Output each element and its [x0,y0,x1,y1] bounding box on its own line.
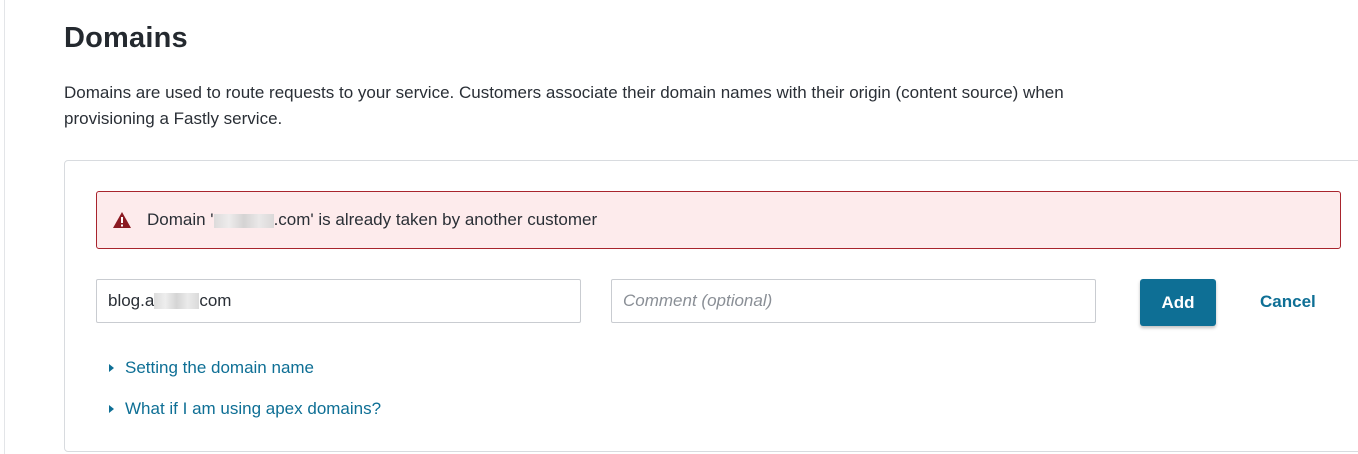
help-link-label: Setting the domain name [125,358,315,377]
caret-right-icon [109,364,114,372]
error-message-suffix: .com' is already taken by another custom… [273,210,598,229]
warning-triangle-icon [112,211,132,229]
domain-value-prefix: blog.a [108,291,155,310]
redacted-domain-input [154,293,200,309]
help-link-label: What if I am using apex domains? [125,399,382,418]
page-description: Domains are used to route requests to yo… [64,83,1064,128]
error-message-prefix: Domain ' [147,210,214,229]
help-link-apex-domains[interactable]: What if I am using apex domains? [109,399,381,419]
comment-input[interactable] [611,279,1096,323]
page-title: Domains [64,22,188,54]
cancel-button[interactable]: Cancel [1245,287,1331,317]
error-alert: Domain ' .com' is already taken by anothe… [96,191,1341,249]
error-message: Domain ' .com' is already taken by anothe… [147,210,597,230]
help-link-setting-domain[interactable]: Setting the domain name [109,358,314,378]
left-divider [4,0,5,454]
domain-form-card: Domain ' .com' is already taken by anothe… [64,160,1358,452]
caret-right-icon [109,405,114,413]
redacted-domain [213,213,274,228]
domain-value-suffix: com [199,291,232,310]
add-button[interactable]: Add [1140,279,1216,326]
domain-name-input[interactable]: blog.a com [96,279,581,323]
